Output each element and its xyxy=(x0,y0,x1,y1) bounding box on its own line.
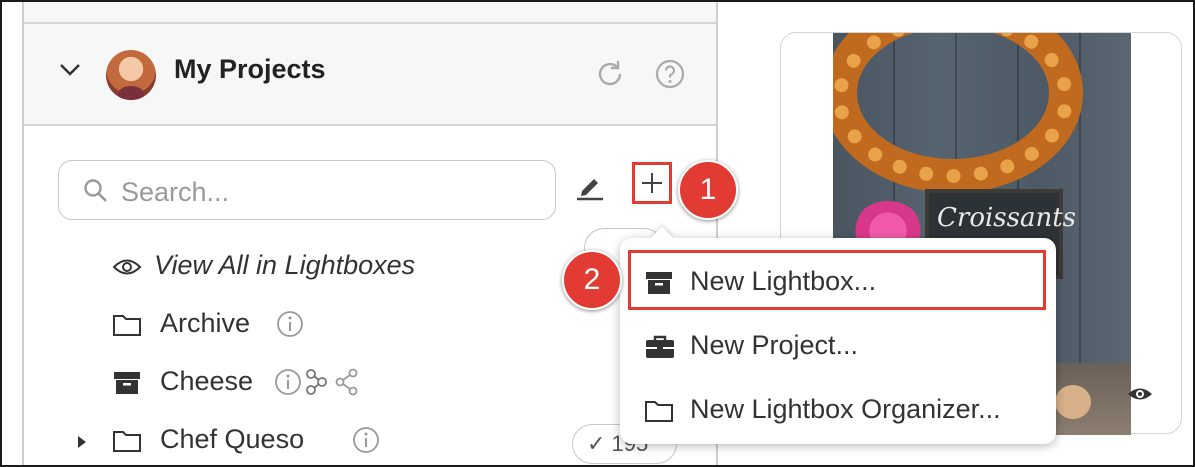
view-all-label: View All in Lightboxes xyxy=(154,250,416,280)
step-callout-2: 2 xyxy=(562,250,622,310)
folder-icon xyxy=(113,315,141,336)
info-icon[interactable] xyxy=(276,310,304,338)
menu-item-new-organizer[interactable]: New Lightbox Organizer... xyxy=(620,382,1056,438)
share-icon xyxy=(335,368,358,396)
search-box[interactable] xyxy=(58,160,556,220)
eye-icon[interactable] xyxy=(1127,385,1153,403)
add-menu: New Lightbox... New Project... New Light… xyxy=(620,238,1056,444)
tree-item-archive[interactable]: Archive xyxy=(112,308,412,342)
projects-panel: My Projects Search... View All in Lightb… xyxy=(22,2,718,465)
projects-header: My Projects xyxy=(24,24,716,126)
tree-item-label: Chef Queso xyxy=(160,424,305,454)
archive-box-icon xyxy=(646,272,672,294)
tree-item-chef-queso[interactable]: Chef Queso xyxy=(76,424,416,458)
folder-icon xyxy=(113,431,141,452)
briefcase-icon xyxy=(646,335,674,358)
view-all-row[interactable]: View All in Lightboxes xyxy=(112,250,512,284)
menu-item-new-project[interactable]: New Project... xyxy=(620,318,1056,374)
archive-box-icon xyxy=(114,372,140,394)
panel-top-strip xyxy=(24,2,716,24)
pencil-icon[interactable] xyxy=(574,170,606,202)
refresh-icon[interactable] xyxy=(594,58,626,90)
step-callout-1: 1 xyxy=(678,160,738,220)
tree-item-cheese[interactable]: Cheese xyxy=(112,366,412,400)
menu-item-label: New Lightbox Organizer... xyxy=(690,394,1001,424)
chevron-down-icon[interactable] xyxy=(58,62,82,78)
link-icon xyxy=(306,369,327,395)
screenshot-frame: My Projects Search... View All in Lightb… xyxy=(0,0,1195,467)
eye-icon xyxy=(112,259,142,275)
plus-icon xyxy=(642,173,662,193)
menu-item-new-lightbox[interactable]: New Lightbox... xyxy=(620,254,1056,310)
info-icon[interactable] xyxy=(274,368,302,396)
pumpkin-graphic xyxy=(1055,385,1091,419)
search-input[interactable] xyxy=(119,171,543,213)
info-icon[interactable] xyxy=(352,426,380,454)
add-button[interactable] xyxy=(632,162,672,204)
tree-item-label: Cheese xyxy=(160,366,254,396)
page-title: My Projects xyxy=(174,54,326,84)
menu-item-label: New Lightbox... xyxy=(690,266,877,296)
folder-icon xyxy=(645,401,673,422)
tree-item-label: Archive xyxy=(160,308,251,338)
menu-item-label: New Project... xyxy=(690,330,859,360)
avatar xyxy=(106,50,156,100)
help-icon[interactable] xyxy=(654,58,686,90)
search-icon xyxy=(84,179,107,202)
caret-right-icon[interactable] xyxy=(76,434,88,450)
chalkboard-text: Croissants xyxy=(937,203,1077,233)
